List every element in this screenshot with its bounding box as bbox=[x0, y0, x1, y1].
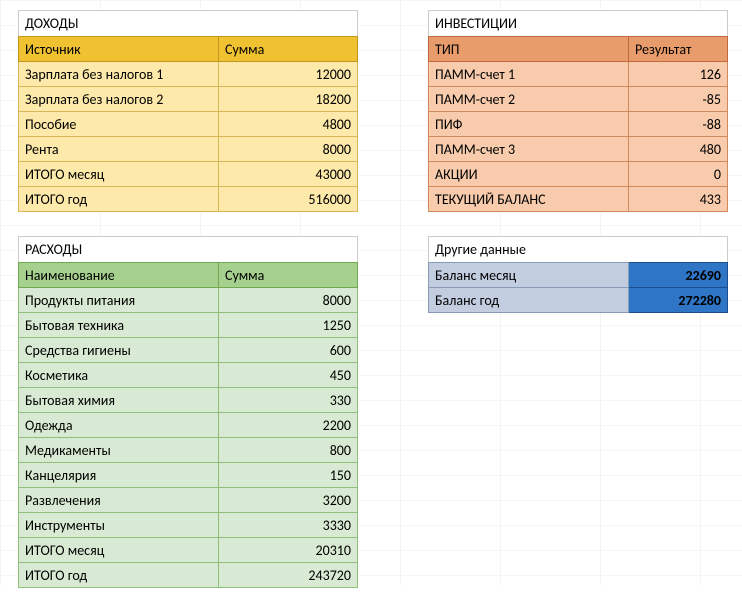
cell[interactable]: Зарплата без налогов 2 bbox=[19, 87, 219, 112]
expenses-header-name[interactable]: Наименование bbox=[19, 263, 219, 288]
table-row: Бытовая техника1250 bbox=[19, 313, 358, 338]
investments-title: ИНВЕСТИЦИИ bbox=[428, 10, 728, 36]
cell[interactable]: Продукты питания bbox=[19, 288, 219, 313]
table-row: ИТОГО месяц43000 bbox=[19, 162, 358, 187]
table-row: ПИФ-88 bbox=[429, 112, 728, 137]
income-header-source[interactable]: Источник bbox=[19, 37, 219, 62]
table-row: Медикаменты800 bbox=[19, 438, 358, 463]
cell[interactable]: 433 bbox=[629, 187, 728, 212]
income-title: ДОХОДЫ bbox=[18, 10, 358, 36]
cell[interactable]: Медикаменты bbox=[19, 438, 219, 463]
table-row: ИТОГО год516000 bbox=[19, 187, 358, 212]
table-row: Развлечения3200 bbox=[19, 488, 358, 513]
cell[interactable]: 800 bbox=[219, 438, 358, 463]
cell[interactable]: ТЕКУЩИЙ БАЛАНС bbox=[429, 187, 629, 212]
other-title: Другие данные bbox=[428, 236, 728, 262]
cell[interactable]: Рента bbox=[19, 137, 219, 162]
cell[interactable]: 480 bbox=[629, 137, 728, 162]
income-block: ДОХОДЫ Источник Сумма Зарплата без налог… bbox=[18, 10, 358, 212]
table-row: Баланс год272280 bbox=[429, 288, 728, 313]
cell[interactable]: ПАММ-счет 1 bbox=[429, 62, 629, 87]
cell[interactable]: -88 bbox=[629, 112, 728, 137]
cell[interactable]: 150 bbox=[219, 463, 358, 488]
cell[interactable]: -85 bbox=[629, 87, 728, 112]
table-row: Средства гигиены600 bbox=[19, 338, 358, 363]
investments-header-row: ТИП Результат bbox=[429, 37, 728, 62]
income-header-row: Источник Сумма bbox=[19, 37, 358, 62]
other-table[interactable]: Баланс месяц22690 Баланс год272280 bbox=[428, 262, 728, 313]
cell[interactable]: Бытовая химия bbox=[19, 388, 219, 413]
expenses-block: РАСХОДЫ Наименование Сумма Продукты пита… bbox=[18, 236, 358, 588]
cell[interactable]: 1250 bbox=[219, 313, 358, 338]
investments-header-result[interactable]: Результат bbox=[629, 37, 728, 62]
table-row: Бытовая химия330 bbox=[19, 388, 358, 413]
table-row: Баланс месяц22690 bbox=[429, 263, 728, 288]
income-table[interactable]: Источник Сумма Зарплата без налогов 1120… bbox=[18, 36, 358, 212]
expenses-title: РАСХОДЫ bbox=[18, 236, 358, 262]
cell[interactable]: ПАММ-счет 3 bbox=[429, 137, 629, 162]
cell[interactable]: 8000 bbox=[219, 137, 358, 162]
table-row: ИТОГО год243720 bbox=[19, 563, 358, 588]
cell[interactable]: 126 bbox=[629, 62, 728, 87]
expenses-header-row: Наименование Сумма bbox=[19, 263, 358, 288]
expenses-table[interactable]: Наименование Сумма Продукты питания8000 … bbox=[18, 262, 358, 588]
cell[interactable]: ИТОГО год bbox=[19, 187, 219, 212]
cell[interactable]: Пособие bbox=[19, 112, 219, 137]
table-row: Канцелярия150 bbox=[19, 463, 358, 488]
table-row: ПАММ-счет 1126 bbox=[429, 62, 728, 87]
cell[interactable]: Канцелярия bbox=[19, 463, 219, 488]
investments-block: ИНВЕСТИЦИИ ТИП Результат ПАММ-счет 1126 … bbox=[428, 10, 728, 212]
cell[interactable]: 12000 bbox=[219, 62, 358, 87]
cell[interactable]: ИТОГО месяц bbox=[19, 162, 219, 187]
cell[interactable]: Зарплата без налогов 1 bbox=[19, 62, 219, 87]
cell[interactable]: 43000 bbox=[219, 162, 358, 187]
income-header-sum[interactable]: Сумма bbox=[219, 37, 358, 62]
cell[interactable]: 2200 bbox=[219, 413, 358, 438]
table-row: Одежда2200 bbox=[19, 413, 358, 438]
cell[interactable]: 0 bbox=[629, 162, 728, 187]
table-row: АКЦИИ0 bbox=[429, 162, 728, 187]
cell[interactable]: Бытовая техника bbox=[19, 313, 219, 338]
table-row: ПАММ-счет 2-85 bbox=[429, 87, 728, 112]
cell[interactable]: ПИФ bbox=[429, 112, 629, 137]
cell[interactable]: АКЦИИ bbox=[429, 162, 629, 187]
cell[interactable]: Баланс месяц bbox=[429, 263, 629, 288]
table-row: Зарплата без налогов 218200 bbox=[19, 87, 358, 112]
cell[interactable]: 22690 bbox=[629, 263, 728, 288]
cell[interactable]: Инструменты bbox=[19, 513, 219, 538]
cell[interactable]: 3330 bbox=[219, 513, 358, 538]
table-row: Зарплата без налогов 112000 bbox=[19, 62, 358, 87]
cell[interactable]: Баланс год bbox=[429, 288, 629, 313]
cell[interactable]: 330 bbox=[219, 388, 358, 413]
cell[interactable]: Косметика bbox=[19, 363, 219, 388]
table-row: ИТОГО месяц20310 bbox=[19, 538, 358, 563]
table-row: ПАММ-счет 3480 bbox=[429, 137, 728, 162]
cell[interactable]: 272280 bbox=[629, 288, 728, 313]
cell[interactable]: 600 bbox=[219, 338, 358, 363]
cell[interactable]: ПАММ-счет 2 bbox=[429, 87, 629, 112]
cell[interactable]: Средства гигиены bbox=[19, 338, 219, 363]
cell[interactable]: 20310 bbox=[219, 538, 358, 563]
investments-table[interactable]: ТИП Результат ПАММ-счет 1126 ПАММ-счет 2… bbox=[428, 36, 728, 212]
cell[interactable]: ИТОГО год bbox=[19, 563, 219, 588]
table-row: Косметика450 bbox=[19, 363, 358, 388]
table-row: ТЕКУЩИЙ БАЛАНС433 bbox=[429, 187, 728, 212]
table-row: Рента8000 bbox=[19, 137, 358, 162]
other-block: Другие данные Баланс месяц22690 Баланс г… bbox=[428, 236, 728, 313]
cell[interactable]: Одежда bbox=[19, 413, 219, 438]
cell[interactable]: 3200 bbox=[219, 488, 358, 513]
cell[interactable]: 243720 bbox=[219, 563, 358, 588]
cell[interactable]: ИТОГО месяц bbox=[19, 538, 219, 563]
table-row: Продукты питания8000 bbox=[19, 288, 358, 313]
cell[interactable]: 4800 bbox=[219, 112, 358, 137]
investments-header-type[interactable]: ТИП bbox=[429, 37, 629, 62]
cell[interactable]: 8000 bbox=[219, 288, 358, 313]
cell[interactable]: 516000 bbox=[219, 187, 358, 212]
table-row: Пособие4800 bbox=[19, 112, 358, 137]
cell[interactable]: 18200 bbox=[219, 87, 358, 112]
cell[interactable]: Развлечения bbox=[19, 488, 219, 513]
cell[interactable]: 450 bbox=[219, 363, 358, 388]
expenses-header-sum[interactable]: Сумма bbox=[219, 263, 358, 288]
table-row: Инструменты3330 bbox=[19, 513, 358, 538]
